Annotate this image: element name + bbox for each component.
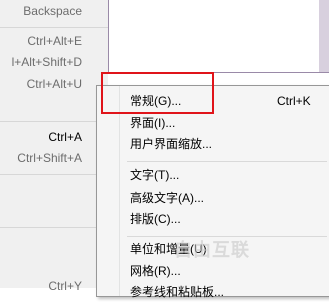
menu-shortcut: Ctrl+Y xyxy=(48,279,82,293)
menu-item-label: 用户界面缩放... xyxy=(130,137,213,151)
menu-item-label: 参考线和粘贴板... xyxy=(130,285,225,299)
document-area-edge xyxy=(319,0,329,72)
parent-menu-item[interactable]: Ctrl+Alt+E xyxy=(0,31,108,51)
parent-menu-item[interactable]: Ctrl+Alt+U xyxy=(0,74,108,94)
menu-item-grids[interactable]: 网格(R)... xyxy=(97,261,329,281)
menu-item-advanced-type[interactable]: 高级文字(A)... xyxy=(97,188,329,208)
menu-separator xyxy=(0,227,108,228)
menu-shortcut: Ctrl+A xyxy=(48,130,82,144)
menu-item-label: 高级文字(A)... xyxy=(130,191,204,205)
menu-item-label: 网格(R)... xyxy=(130,264,181,278)
menu-separator xyxy=(0,121,108,122)
menu-separator xyxy=(127,161,327,162)
watermark: 自由互联 xyxy=(174,240,250,261)
menu-item-label: 文字(T)... xyxy=(130,168,180,182)
red-highlight-box xyxy=(101,72,214,114)
parent-menu-item[interactable]: Backspace xyxy=(0,1,108,21)
parent-menu-item[interactable]: l+Alt+Shift+D xyxy=(0,52,108,72)
parent-menu-item[interactable]: Ctrl+Y xyxy=(0,276,108,296)
parent-menu: Backspace Ctrl+Alt+E l+Alt+Shift+D Ctrl+… xyxy=(0,0,108,293)
menu-separator xyxy=(0,174,108,175)
menu-item-composition[interactable]: 排版(C)... xyxy=(97,209,329,229)
menu-shortcut: Ctrl+Shift+A xyxy=(17,151,82,165)
menu-shortcut: Ctrl+Alt+E xyxy=(27,34,82,48)
menu-shortcut: l+Alt+Shift+D xyxy=(11,55,82,69)
menu-item-ui-scaling[interactable]: 用户界面缩放... xyxy=(97,134,329,154)
parent-menu-item[interactable]: Ctrl+A xyxy=(0,127,108,147)
menu-item-shortcut: Ctrl+K xyxy=(277,94,311,108)
menu-shortcut: Backspace xyxy=(23,4,82,18)
document-area xyxy=(108,0,329,73)
parent-menu-item[interactable]: Ctrl+Shift+A xyxy=(0,148,108,168)
menu-shortcut: Ctrl+Alt+U xyxy=(26,77,82,91)
preferences-submenu: 常规(G)... Ctrl+K 界面(I)... 用户界面缩放... 文字(T)… xyxy=(96,85,329,299)
menu-item-interface[interactable]: 界面(I)... xyxy=(97,113,329,133)
menu-item-label: 排版(C)... xyxy=(130,212,181,226)
menu-item-guides-pasteboard[interactable]: 参考线和粘贴板... xyxy=(97,282,329,302)
menu-separator xyxy=(0,27,108,28)
menu-item-type[interactable]: 文字(T)... xyxy=(97,165,329,185)
menu-item-label: 界面(I)... xyxy=(130,116,176,130)
